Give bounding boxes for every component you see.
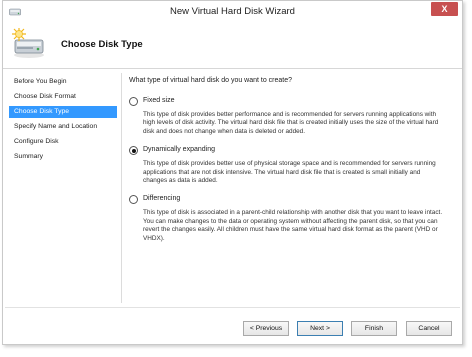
option-fixed-size: Fixed size This type of disk provides be… [129,96,455,136]
differencing-label[interactable]: Differencing [143,195,180,202]
title-bar: New Virtual Hard Disk Wizard X [3,1,462,23]
window-title: New Virtual Hard Disk Wizard [170,6,295,17]
previous-button[interactable]: < Previous [243,321,289,336]
fixed-size-label[interactable]: Fixed size [143,97,175,104]
close-icon: X [441,4,448,14]
wizard-header: Choose Disk Type [3,22,462,69]
option-dynamically-expanding: Dynamically expanding This type of disk … [129,145,455,185]
finish-button[interactable]: Finish [351,321,397,336]
sidebar-item-before-you-begin[interactable]: Before You Begin [9,76,117,88]
option-differencing: Differencing This type of disk is associ… [129,194,455,243]
cancel-button[interactable]: Cancel [406,321,452,336]
next-button[interactable]: Next > [297,321,343,336]
wizard-steps: Before You Begin Choose Disk Format Choo… [9,76,117,166]
close-button[interactable]: X [431,2,458,16]
fixed-size-radio[interactable] [129,97,138,106]
new-disk-icon [11,27,47,60]
disk-type-panel: What type of virtual hard disk do you wa… [129,77,455,252]
differencing-description: This type of disk is associated in a par… [143,209,443,242]
page-title: Choose Disk Type [61,39,143,50]
dynamically-expanding-description: This type of disk provides better use of… [143,160,436,185]
sidebar-divider [121,73,122,303]
sidebar-item-choose-disk-format[interactable]: Choose Disk Format [9,91,117,103]
fixed-size-description: This type of disk provides better perfor… [143,111,439,135]
sidebar-item-choose-disk-type[interactable]: Choose Disk Type [9,106,117,118]
dynamically-expanding-label[interactable]: Dynamically expanding [143,146,215,153]
differencing-radio[interactable] [129,195,138,205]
wizard-window: New Virtual Hard Disk Wizard X Choose Di… [2,0,463,345]
question-text: What type of virtual hard disk do you wa… [129,77,293,84]
dynamically-expanding-radio[interactable] [129,146,138,156]
footer-divider [5,307,460,308]
sidebar-item-summary[interactable]: Summary [9,151,117,163]
sidebar-item-specify-name-location[interactable]: Specify Name and Location [9,121,117,133]
sidebar-item-configure-disk[interactable]: Configure Disk [9,136,117,148]
